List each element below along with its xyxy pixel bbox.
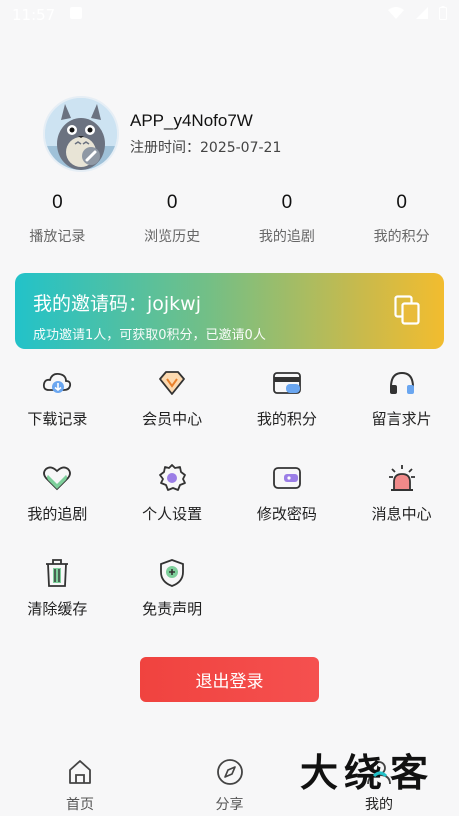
registration-date: 注册时间：2025-07-21 xyxy=(130,140,282,156)
wifi-icon xyxy=(387,6,405,24)
home-icon xyxy=(66,758,94,790)
stat-value: 0 xyxy=(281,192,293,213)
stat-my-series[interactable]: 0 我的追剧 xyxy=(230,192,345,246)
username: APP_y4Nofo7W xyxy=(130,111,253,130)
avatar[interactable] xyxy=(43,96,119,172)
svg-text:客: 客 xyxy=(390,751,428,795)
stat-label: 播放记录 xyxy=(29,229,86,245)
stat-value: 0 xyxy=(396,192,407,213)
menu-item-label: 我的积分 xyxy=(256,410,317,428)
svg-text:大: 大 xyxy=(300,751,338,795)
status-time: 11:57 xyxy=(12,6,56,24)
compass-icon xyxy=(216,758,244,790)
copy-icon[interactable] xyxy=(394,295,420,325)
menu-grid: 下载记录 会员中心 我的积分 留言求片 我的追剧 个人设置 修改密码 消息中心 … xyxy=(0,364,459,649)
tab-home[interactable]: 首页 xyxy=(40,750,120,816)
stat-value: 0 xyxy=(166,192,178,213)
menu-item-label: 个人设置 xyxy=(142,505,203,523)
menu-item-my-series[interactable]: 我的追剧 xyxy=(0,459,115,554)
purse-icon xyxy=(272,463,302,493)
tab-label: 我的 xyxy=(365,797,393,813)
trash-icon xyxy=(42,558,72,588)
stat-label: 我的追剧 xyxy=(258,229,315,245)
menu-item-my-points[interactable]: 我的积分 xyxy=(230,364,345,459)
headphones-icon xyxy=(387,368,417,398)
totoro-avatar-image xyxy=(45,98,117,170)
cloud-download-icon xyxy=(42,368,72,398)
heart-icon xyxy=(42,463,72,493)
stat-label: 浏览历史 xyxy=(144,229,201,245)
wallet-card-icon xyxy=(272,368,302,398)
menu-item-clear-cache[interactable]: 清除缓存 xyxy=(0,554,115,649)
menu-item-label: 会员中心 xyxy=(142,410,203,428)
menu-item-label: 消息中心 xyxy=(371,505,432,523)
invite-code-card: 我的邀请码：jojkwj 成功邀请1人，可获取0积分，已邀请0人 xyxy=(15,273,444,349)
menu-item-disclaimer[interactable]: 免责声明 xyxy=(115,554,230,649)
gear-icon xyxy=(157,463,187,493)
menu-item-label: 清除缓存 xyxy=(27,600,88,618)
tab-share[interactable]: 分享 xyxy=(190,750,270,816)
invite-code-subtitle: 成功邀请1人，可获取0积分，已邀请0人 xyxy=(33,328,266,343)
shield-icon xyxy=(157,558,187,588)
stats-row: 0 播放记录 0 浏览历史 0 我的追剧 0 我的积分 xyxy=(0,192,459,246)
stat-value: 0 xyxy=(52,192,63,213)
menu-item-label: 下载记录 xyxy=(27,410,88,428)
notification-icon xyxy=(69,6,83,24)
stat-play-history[interactable]: 0 播放记录 xyxy=(0,192,115,246)
vip-diamond-icon xyxy=(157,368,187,398)
logout-button[interactable]: 退出登录 xyxy=(140,657,319,702)
menu-item-label: 我的追剧 xyxy=(27,505,88,523)
stat-label: 我的积分 xyxy=(373,229,430,245)
stat-browse-history[interactable]: 0 浏览历史 xyxy=(115,192,230,246)
menu-item-message-center[interactable]: 消息中心 xyxy=(344,459,459,554)
status-bar: 11:57 xyxy=(0,0,459,30)
tab-label: 分享 xyxy=(215,797,244,813)
menu-item-vip-center[interactable]: 会员中心 xyxy=(115,364,230,459)
watermark-logo: 大 绕 客 xyxy=(300,748,440,796)
menu-item-change-password[interactable]: 修改密码 xyxy=(230,459,345,554)
battery-icon xyxy=(439,6,447,24)
menu-item-label: 修改密码 xyxy=(256,505,317,523)
menu-item-download-records[interactable]: 下载记录 xyxy=(0,364,115,459)
signal-icon xyxy=(415,6,429,24)
menu-item-label: 免责声明 xyxy=(142,600,203,618)
menu-item-personal-settings[interactable]: 个人设置 xyxy=(115,459,230,554)
menu-item-request-movie[interactable]: 留言求片 xyxy=(344,364,459,459)
tab-label: 首页 xyxy=(66,797,94,813)
alarm-bell-icon xyxy=(387,463,417,493)
invite-code-title: 我的邀请码：jojkwj xyxy=(33,293,202,315)
profile-header[interactable]: APP_y4Nofo7W 注册时间：2025-07-21 xyxy=(43,96,281,172)
stat-my-points[interactable]: 0 我的积分 xyxy=(344,192,459,246)
menu-item-label: 留言求片 xyxy=(371,410,432,428)
